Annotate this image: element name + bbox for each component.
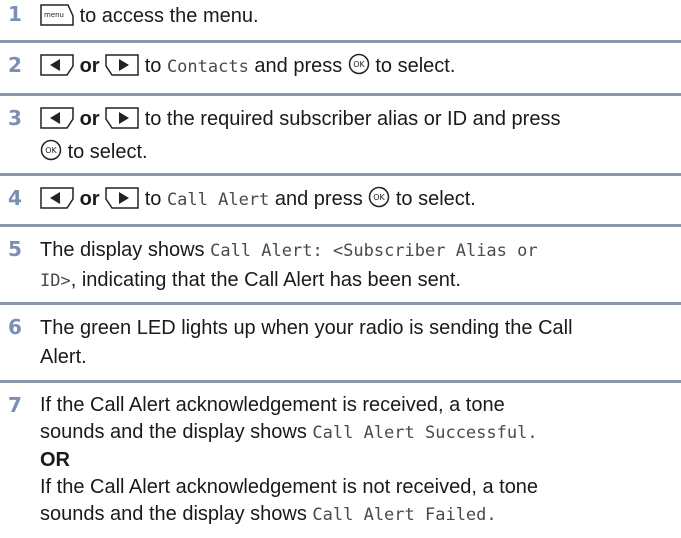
- ok-key-label: OK: [373, 193, 385, 202]
- step-3-text-b: to select.: [67, 141, 148, 163]
- step-text: If the Call Alert acknowledgement is rec…: [40, 392, 673, 529]
- display-text-call-alert-failed: Call Alert Failed.: [312, 505, 497, 525]
- step-1-text: to access the menu.: [79, 5, 259, 27]
- step-number: 3: [8, 106, 22, 130]
- or-word: or: [79, 55, 100, 77]
- step-5: 5 The display shows Call Alert: <Subscri…: [0, 227, 681, 305]
- right-arrow-key-icon: [105, 54, 139, 85]
- left-arrow-key-icon: [40, 107, 74, 138]
- ok-key-label: OK: [353, 60, 365, 69]
- step-7-line-2: sounds and the display shows: [40, 421, 307, 443]
- step-6: 6 The green LED lights up when your radi…: [0, 305, 681, 383]
- step-text: or to Call Alert and press OK to select.: [40, 185, 673, 218]
- step-7-line-3: If the Call Alert acknowledgement is not…: [40, 476, 539, 498]
- right-arrow-key-icon: [105, 187, 139, 218]
- step-6-line-2: Alert.: [40, 346, 87, 368]
- step-4-text-a: to: [144, 188, 162, 210]
- step-5-text-a: The display shows: [40, 239, 205, 261]
- left-arrow-key-icon: [40, 54, 74, 85]
- right-arrow-key-icon: [105, 107, 139, 138]
- step-4: 4 or to Call Alert and press OK to selec…: [0, 176, 681, 227]
- step-number: 1: [8, 2, 22, 26]
- step-7: 7 If the Call Alert acknowledgement is r…: [0, 383, 681, 538]
- step-3: 3 or to the required subscriber alias or…: [0, 96, 681, 176]
- step-5-text-b: , indicating that the Call Alert has bee…: [70, 269, 461, 291]
- display-text-call-alert-alias: Call Alert: <Subscriber Alias or: [210, 241, 538, 261]
- ok-key-icon: OK: [40, 139, 62, 170]
- step-7-line-4: sounds and the display shows: [40, 503, 307, 525]
- step-number: 2: [8, 53, 22, 77]
- step-4-text-b: and press: [274, 188, 363, 210]
- left-arrow-key-icon: [40, 187, 74, 218]
- step-1: 1 menu to access the menu.: [0, 0, 681, 43]
- step-text: or to the required subscriber alias or I…: [40, 105, 673, 170]
- display-text-call-alert-successful: Call Alert Successful.: [312, 423, 538, 443]
- step-6-line-1: The green LED lights up when your radio …: [40, 317, 573, 339]
- or-word: or: [79, 188, 100, 210]
- step-2-text-a: to: [144, 55, 162, 77]
- step-text: menu to access the menu.: [40, 2, 673, 35]
- step-text: The display shows Call Alert: <Subscribe…: [40, 236, 673, 296]
- step-number: 7: [8, 393, 22, 417]
- display-text-id: ID>: [40, 271, 71, 291]
- step-2-text-c: to select.: [375, 55, 456, 77]
- step-2: 2 or to Contacts and press OK to select.: [0, 43, 681, 96]
- display-text-call-alert: Call Alert: [166, 190, 270, 210]
- step-7-line-1: If the Call Alert acknowledgement is rec…: [40, 394, 505, 416]
- step-number: 6: [8, 315, 22, 339]
- step-text: or to Contacts and press OK to select.: [40, 52, 673, 85]
- procedure-steps: 1 menu to access the menu. 2 or to Conta…: [0, 0, 681, 538]
- display-text-contacts: Contacts: [166, 57, 249, 77]
- menu-key-icon: menu: [40, 4, 74, 35]
- or-separator: OR: [40, 449, 70, 471]
- step-2-text-b: and press: [254, 55, 343, 77]
- or-word: or: [79, 108, 100, 130]
- ok-key-icon: OK: [348, 53, 370, 84]
- step-text: The green LED lights up when your radio …: [40, 314, 673, 372]
- step-number: 5: [8, 237, 22, 261]
- step-4-text-c: to select.: [395, 188, 476, 210]
- ok-key-label: OK: [45, 146, 57, 155]
- menu-key-label: menu: [44, 11, 64, 19]
- ok-key-icon: OK: [368, 186, 390, 217]
- step-3-text-a: to the required subscriber alias or ID a…: [144, 108, 561, 130]
- step-number: 4: [8, 186, 22, 210]
